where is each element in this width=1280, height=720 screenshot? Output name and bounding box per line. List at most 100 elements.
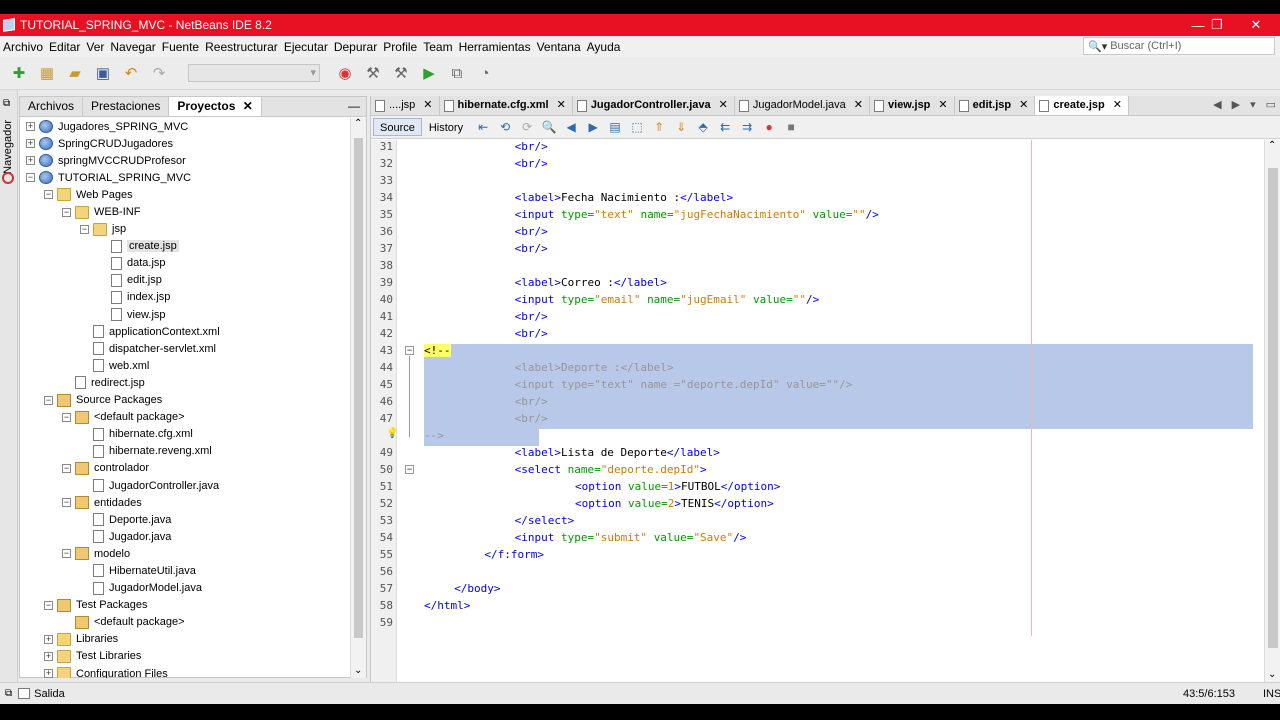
code-line[interactable]: <br/>: [424, 325, 1261, 342]
find-previous-icon[interactable]: ◀: [562, 119, 580, 135]
tree-item[interactable]: Deporte.java: [20, 511, 350, 528]
tree-scroll-thumb[interactable]: [354, 138, 363, 638]
configuration-combo[interactable]: [188, 64, 320, 82]
tree-item[interactable]: + Jugadores_SPRING_MVC: [20, 118, 350, 135]
code-line[interactable]: <option value=1>FUTBOL</option>: [424, 478, 1261, 495]
scroll-tabs-left-icon[interactable]: ◀: [1213, 98, 1221, 111]
expand-icon[interactable]: +: [44, 669, 53, 678]
toggle-rect-selection-icon[interactable]: ⬚: [628, 119, 646, 135]
close-icon[interactable]: ✕: [854, 96, 863, 115]
tab-proyectos[interactable]: Proyectos ✕: [169, 97, 262, 116]
close-icon[interactable]: ✕: [719, 96, 728, 115]
tree-item[interactable]: data.jsp: [20, 255, 350, 272]
history-view-tab[interactable]: History: [422, 118, 470, 136]
tree-item[interactable]: − Source Packages: [20, 392, 350, 409]
menu-editar[interactable]: Editar: [46, 40, 83, 54]
run-project-icon[interactable]: ▶: [418, 62, 440, 84]
find-next-icon[interactable]: ▶: [584, 119, 602, 135]
tree-item[interactable]: JugadorModel.java: [20, 580, 350, 597]
code-line[interactable]: <br/>: [424, 240, 1261, 257]
close-icon[interactable]: ✕: [1019, 96, 1028, 115]
collapse-icon[interactable]: −: [62, 207, 71, 217]
open-project-icon[interactable]: ▰: [64, 62, 86, 84]
save-all-icon[interactable]: ▣: [92, 62, 114, 84]
code-line[interactable]: <!--: [424, 342, 1261, 359]
start-macro-icon[interactable]: ●: [760, 119, 778, 135]
close-icon[interactable]: ✕: [1113, 96, 1122, 115]
code-line[interactable]: -->: [424, 427, 1261, 444]
close-icon[interactable]: ✕: [243, 99, 253, 113]
code-line[interactable]: <br/>: [424, 155, 1261, 172]
debug-project-icon[interactable]: ⧉: [446, 62, 468, 84]
code-lines[interactable]: <br/> <br/> <label>Fecha Nacimiento :</lab…: [424, 140, 1261, 682]
toggle-bookmark-icon[interactable]: ⬘: [694, 119, 712, 135]
code-line[interactable]: <input type="submit" value="Save"/>: [424, 529, 1261, 546]
tree-item[interactable]: Jugador.java: [20, 528, 350, 545]
expand-icon[interactable]: +: [44, 651, 53, 661]
code-line[interactable]: [424, 614, 1261, 631]
tree-item[interactable]: hibernate.cfg.xml: [20, 426, 350, 443]
menu-ayuda[interactable]: Ayuda: [584, 40, 624, 54]
editor-scroll-thumb[interactable]: [1268, 168, 1278, 648]
scroll-up-icon[interactable]: ⌃: [1268, 140, 1276, 151]
tree-item[interactable]: <default package>: [20, 614, 350, 631]
code-line[interactable]: <option value=2>TENIS</option>: [424, 495, 1261, 512]
tree-item[interactable]: view.jsp: [20, 306, 350, 323]
code-line[interactable]: </select>: [424, 512, 1261, 529]
tree-item[interactable]: − Test Packages: [20, 597, 350, 614]
redo-icon[interactable]: ↷: [148, 62, 170, 84]
code-line[interactable]: <label>Deporte :</label>: [424, 359, 1261, 376]
code-line[interactable]: </f:form>: [424, 546, 1261, 563]
tree-item[interactable]: index.jsp: [20, 289, 350, 306]
menu-team[interactable]: Team: [420, 40, 455, 54]
code-line[interactable]: [424, 257, 1261, 274]
tree-item[interactable]: HibernateUtil.java: [20, 562, 350, 579]
toggle-highlight-icon[interactable]: ▤: [606, 119, 624, 135]
code-line[interactable]: <label>Fecha Nacimiento :</label>: [424, 189, 1261, 206]
tab-prestaciones[interactable]: Prestaciones: [83, 97, 170, 116]
code-line[interactable]: <input type="text" name ="deporte.depId"…: [424, 376, 1261, 393]
code-line[interactable]: </body>: [424, 580, 1261, 597]
editor-tab[interactable]: ....jsp ✕: [371, 96, 440, 115]
collapse-icon[interactable]: −: [62, 412, 71, 422]
expand-icon[interactable]: +: [26, 139, 35, 149]
tree-scrollbar[interactable]: ⌃ ⌄: [350, 118, 366, 678]
menu-ejecutar[interactable]: Ejecutar: [281, 40, 331, 54]
menu-archivo[interactable]: Archivo: [0, 40, 46, 54]
maximize-button[interactable]: ❐: [1199, 14, 1235, 36]
navigator-tab[interactable]: Navegador: [2, 120, 14, 174]
tree-item[interactable]: + springMVCCRUDProfesor: [20, 152, 350, 169]
fold-toggle-icon[interactable]: −: [405, 346, 414, 355]
collapse-icon[interactable]: −: [44, 190, 53, 200]
tab-archivos[interactable]: Archivos: [20, 97, 84, 116]
tree-item[interactable]: redirect.jsp: [20, 374, 350, 391]
fold-toggle-icon[interactable]: −: [405, 465, 414, 474]
find-icon[interactable]: 🔍: [540, 119, 558, 135]
editor-tab[interactable]: edit.jsp ✕: [955, 96, 1036, 115]
code-line[interactable]: <select name="deporte.depId">: [424, 461, 1261, 478]
code-line[interactable]: <input type="email" name="jugEmail" valu…: [424, 291, 1261, 308]
close-icon[interactable]: ✕: [557, 96, 566, 115]
stop-macro-icon[interactable]: ■: [782, 119, 800, 135]
restore-window-icon[interactable]: ⧉: [3, 98, 10, 109]
navigator-stop-icon[interactable]: [2, 172, 14, 184]
tree-item[interactable]: − Web Pages: [20, 186, 350, 203]
tree-item[interactable]: + SpringCRUDJugadores: [20, 135, 350, 152]
undo-icon[interactable]: ↶: [120, 62, 142, 84]
editor-tab[interactable]: create.jsp ✕: [1035, 96, 1129, 115]
code-area[interactable]: 31 32 33 34 35 36 37 38 39 40 41 42 43 44 45 46 47 49 50 51…: [371, 140, 1280, 682]
tree-item[interactable]: − controlador: [20, 460, 350, 477]
tree-item[interactable]: − entidades: [20, 494, 350, 511]
hint-bulb-icon[interactable]: 💡: [386, 428, 398, 439]
code-line[interactable]: [424, 172, 1261, 189]
scroll-up-icon[interactable]: ⌃: [354, 118, 362, 129]
menu-profile[interactable]: Profile: [380, 40, 420, 54]
menu-reestructurar[interactable]: Reestructurar: [202, 40, 281, 54]
search-box[interactable]: 🔍▾ Buscar (Ctrl+I): [1083, 37, 1275, 55]
menu-navegar[interactable]: Navegar: [107, 40, 158, 54]
expand-icon[interactable]: +: [26, 122, 35, 132]
last-edit-icon[interactable]: ⇤: [474, 119, 492, 135]
scroll-tabs-right-icon[interactable]: ▶: [1232, 98, 1240, 111]
code-line[interactable]: </html>: [424, 597, 1261, 614]
collapse-icon[interactable]: −: [62, 498, 71, 508]
